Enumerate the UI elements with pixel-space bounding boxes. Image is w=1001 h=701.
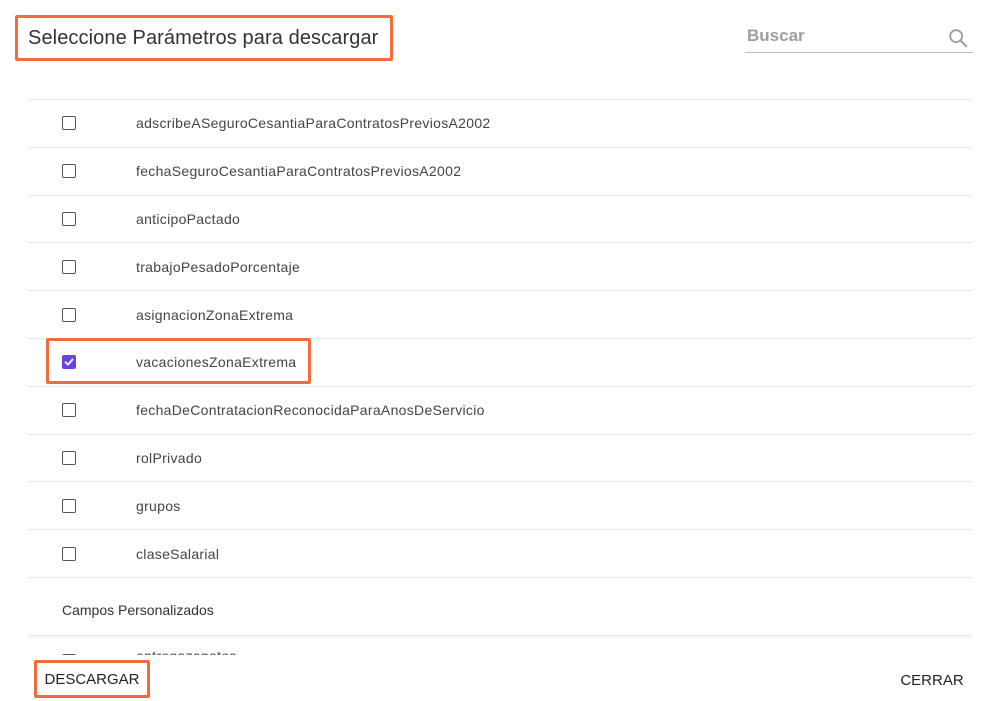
dialog-title: Seleccione Parámetros para descargar [28,26,379,49]
close-button[interactable]: CERRAR [890,664,974,696]
checkbox[interactable] [62,653,76,655]
list-item[interactable]: fechaSeguroCesantiaParaContratosPreviosA… [28,148,972,196]
checkbox[interactable] [62,498,76,513]
list-item[interactable]: claseSalarial [28,530,972,578]
list-item-label: fechaDeContratacionReconocidaParaAnosDeS… [136,402,485,419]
search-icon[interactable] [947,27,969,49]
list-item-label: trabajoPesadoPorcentaje [136,258,301,275]
checkbox[interactable] [62,164,76,179]
check-icon [64,358,74,366]
checkbox[interactable] [62,259,76,274]
list-item-label: grupos [136,497,181,514]
checkbox[interactable] [62,546,76,561]
list-item[interactable]: adscribeASeguroCesantiaParaContratosPrev… [28,100,972,148]
parameter-list[interactable]: adscribeASeguroCesantiaParaContratosPrev… [28,99,972,655]
search-input[interactable] [747,22,937,50]
checkbox[interactable] [62,116,76,131]
list-item-label: rolPrivado [136,449,203,466]
list-item[interactable]: grupos [28,482,972,531]
list-item-label: entregazapatos [136,648,237,655]
search-box[interactable] [745,22,973,53]
checkbox[interactable] [62,307,76,322]
list-item-label: claseSalarial [136,545,220,562]
list-item-label: anticipoPactado [136,210,241,227]
checkbox[interactable] [62,211,76,226]
list-item-label: fechaSeguroCesantiaParaContratosPreviosA… [136,163,462,180]
list-item[interactable]: fechaDeContratacionReconocidaParaAnosDeS… [28,387,972,435]
list-item-label: vacacionesZonaExtrema [136,354,297,371]
list-item[interactable]: anticipoPactado [28,196,972,244]
checkbox[interactable] [62,403,76,418]
list-item-label: adscribeASeguroCesantiaParaContratosPrev… [136,115,491,132]
dialog-title-box: Seleccione Parámetros para descargar [15,15,393,61]
checkbox-checked[interactable] [62,355,76,370]
list-item[interactable]: entregazapatos [28,636,972,655]
custom-fields-section-header: Campos Personalizados [28,586,972,636]
list-item[interactable]: asignacionZonaExtrema [28,291,972,339]
section-title: Campos Personalizados [62,602,214,619]
list-item[interactable]: rolPrivado [28,435,972,483]
list-item[interactable]: vacacionesZonaExtrema [28,339,972,387]
checkbox[interactable] [62,450,76,465]
list-item-label: asignacionZonaExtrema [136,306,294,323]
list-item[interactable]: trabajoPesadoPorcentaje [28,243,972,292]
download-button[interactable]: DESCARGAR [34,660,150,698]
